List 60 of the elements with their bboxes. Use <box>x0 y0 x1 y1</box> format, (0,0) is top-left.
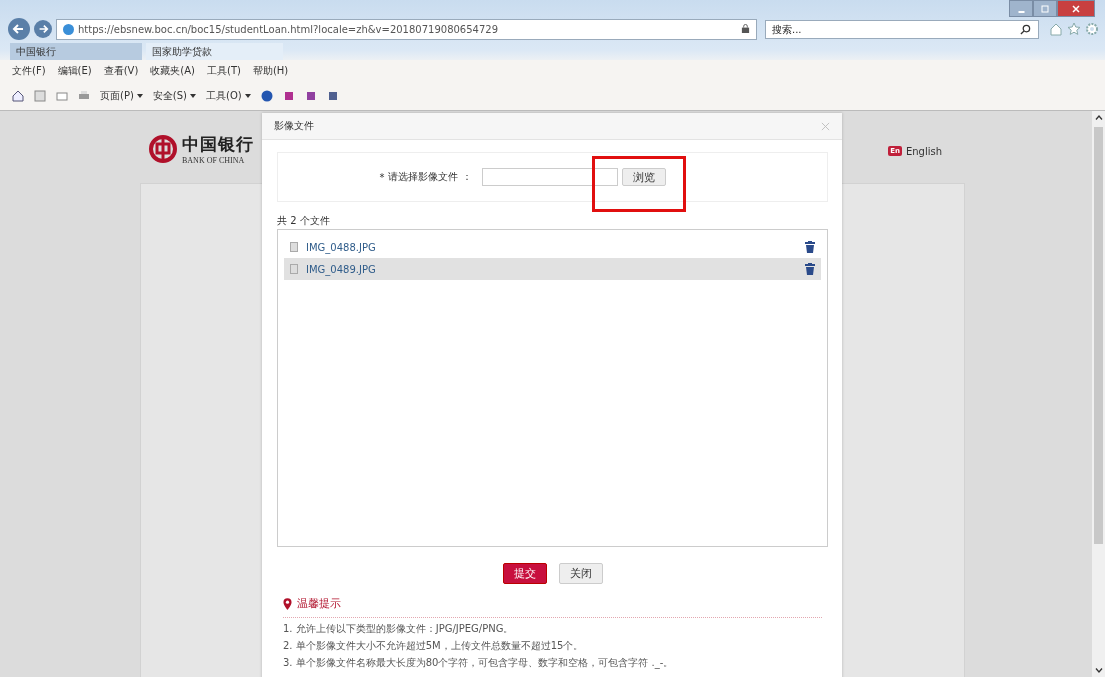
toolbar-menu[interactable]: 安全(S) <box>152 89 196 103</box>
lock-icon <box>741 23 750 35</box>
address-bar[interactable]: https://ebsnew.boc.cn/boc15/studentLoan.html?locale=zh&v=20180719080654729 <box>56 18 757 40</box>
search-icon <box>1020 23 1031 35</box>
menu-item[interactable]: 查看(V) <box>103 64 139 78</box>
menu-item[interactable]: 编辑(E) <box>57 64 92 78</box>
dialog-title: 影像文件 <box>274 119 314 133</box>
settings-icon[interactable] <box>1085 22 1099 36</box>
minimize-icon <box>1017 10 1025 13</box>
trash-icon[interactable] <box>805 263 815 275</box>
menu-item[interactable]: 工具(T) <box>207 64 241 78</box>
close-icon <box>1071 3 1081 14</box>
forward-button[interactable] <box>34 20 52 38</box>
scroll-down-icon[interactable] <box>1094 668 1103 673</box>
bank-logo-icon <box>148 134 178 164</box>
minimize-button[interactable] <box>1009 0 1033 17</box>
back-arrow-icon <box>12 22 26 36</box>
tip-text: 3. 单个影像文件名称最大长度为80个字符，可包含字母、数字和空格，可包含字符 ._-。 <box>283 656 675 669</box>
file-icon <box>290 242 298 252</box>
required-mark: * <box>379 171 385 183</box>
home-page-icon[interactable] <box>12 90 24 102</box>
browser-tab[interactable]: 中国银行 <box>10 43 142 60</box>
star-icon[interactable] <box>1067 22 1081 36</box>
caret-icon <box>136 94 143 98</box>
scroll-up-icon[interactable] <box>1094 115 1103 120</box>
tips-title: 温馨提示 <box>297 596 341 611</box>
file-row[interactable]: IMG_0488.JPG <box>284 236 821 258</box>
caret-icon <box>244 94 251 98</box>
search-field[interactable]: 搜索... <box>765 19 1039 39</box>
submit-button[interactable]: 提交 <box>502 563 547 584</box>
tip-text: 2. 单个影像文件大小不允许超过5M，上传文件总数量不超过15个。 <box>283 639 585 652</box>
printer-icon[interactable] <box>78 90 90 102</box>
file-link[interactable]: IMG_0489.JPG <box>306 263 797 275</box>
menu-item[interactable]: 收藏夹(A) <box>150 64 195 78</box>
caret-icon <box>190 94 196 98</box>
file-input-field[interactable] <box>481 168 618 186</box>
browse-button[interactable]: 浏览 <box>621 168 666 186</box>
back-button[interactable] <box>8 18 30 40</box>
bank-name: 中国银行 <box>182 133 254 156</box>
bank-subtitle: BANK OF CHINA <box>182 156 246 165</box>
scrollbar[interactable] <box>1092 111 1105 677</box>
close-button[interactable]: 关闭 <box>558 563 603 584</box>
file-row[interactable]: IMG_0489.JPG <box>284 258 821 280</box>
home-icon[interactable] <box>1049 22 1063 36</box>
menu-item[interactable]: 帮助(H) <box>252 64 289 78</box>
toolbar-menu[interactable]: 工具(O) <box>206 89 251 103</box>
maximize-icon <box>1040 3 1050 14</box>
trash-icon[interactable] <box>805 241 815 253</box>
file-icon <box>290 264 298 274</box>
file-count: 共 2 个文件 <box>277 214 331 226</box>
forward-arrow-icon <box>37 23 49 35</box>
file-link[interactable]: IMG_0488.JPG <box>306 241 797 253</box>
maximize-button[interactable] <box>1033 0 1057 17</box>
toolbar-menu[interactable]: 页面(P) <box>100 89 143 103</box>
field-label: 请选择影像文件 ： <box>388 170 472 184</box>
close-button[interactable] <box>1057 0 1095 17</box>
menu-item[interactable]: 文件(F) <box>12 64 46 78</box>
browser-tab[interactable]: 国家助学贷款 <box>146 43 283 60</box>
location-pin-icon <box>283 597 292 610</box>
tip-text: 1. 允许上传以下类型的影像文件：JPG/JPEG/PNG。 <box>283 622 515 635</box>
